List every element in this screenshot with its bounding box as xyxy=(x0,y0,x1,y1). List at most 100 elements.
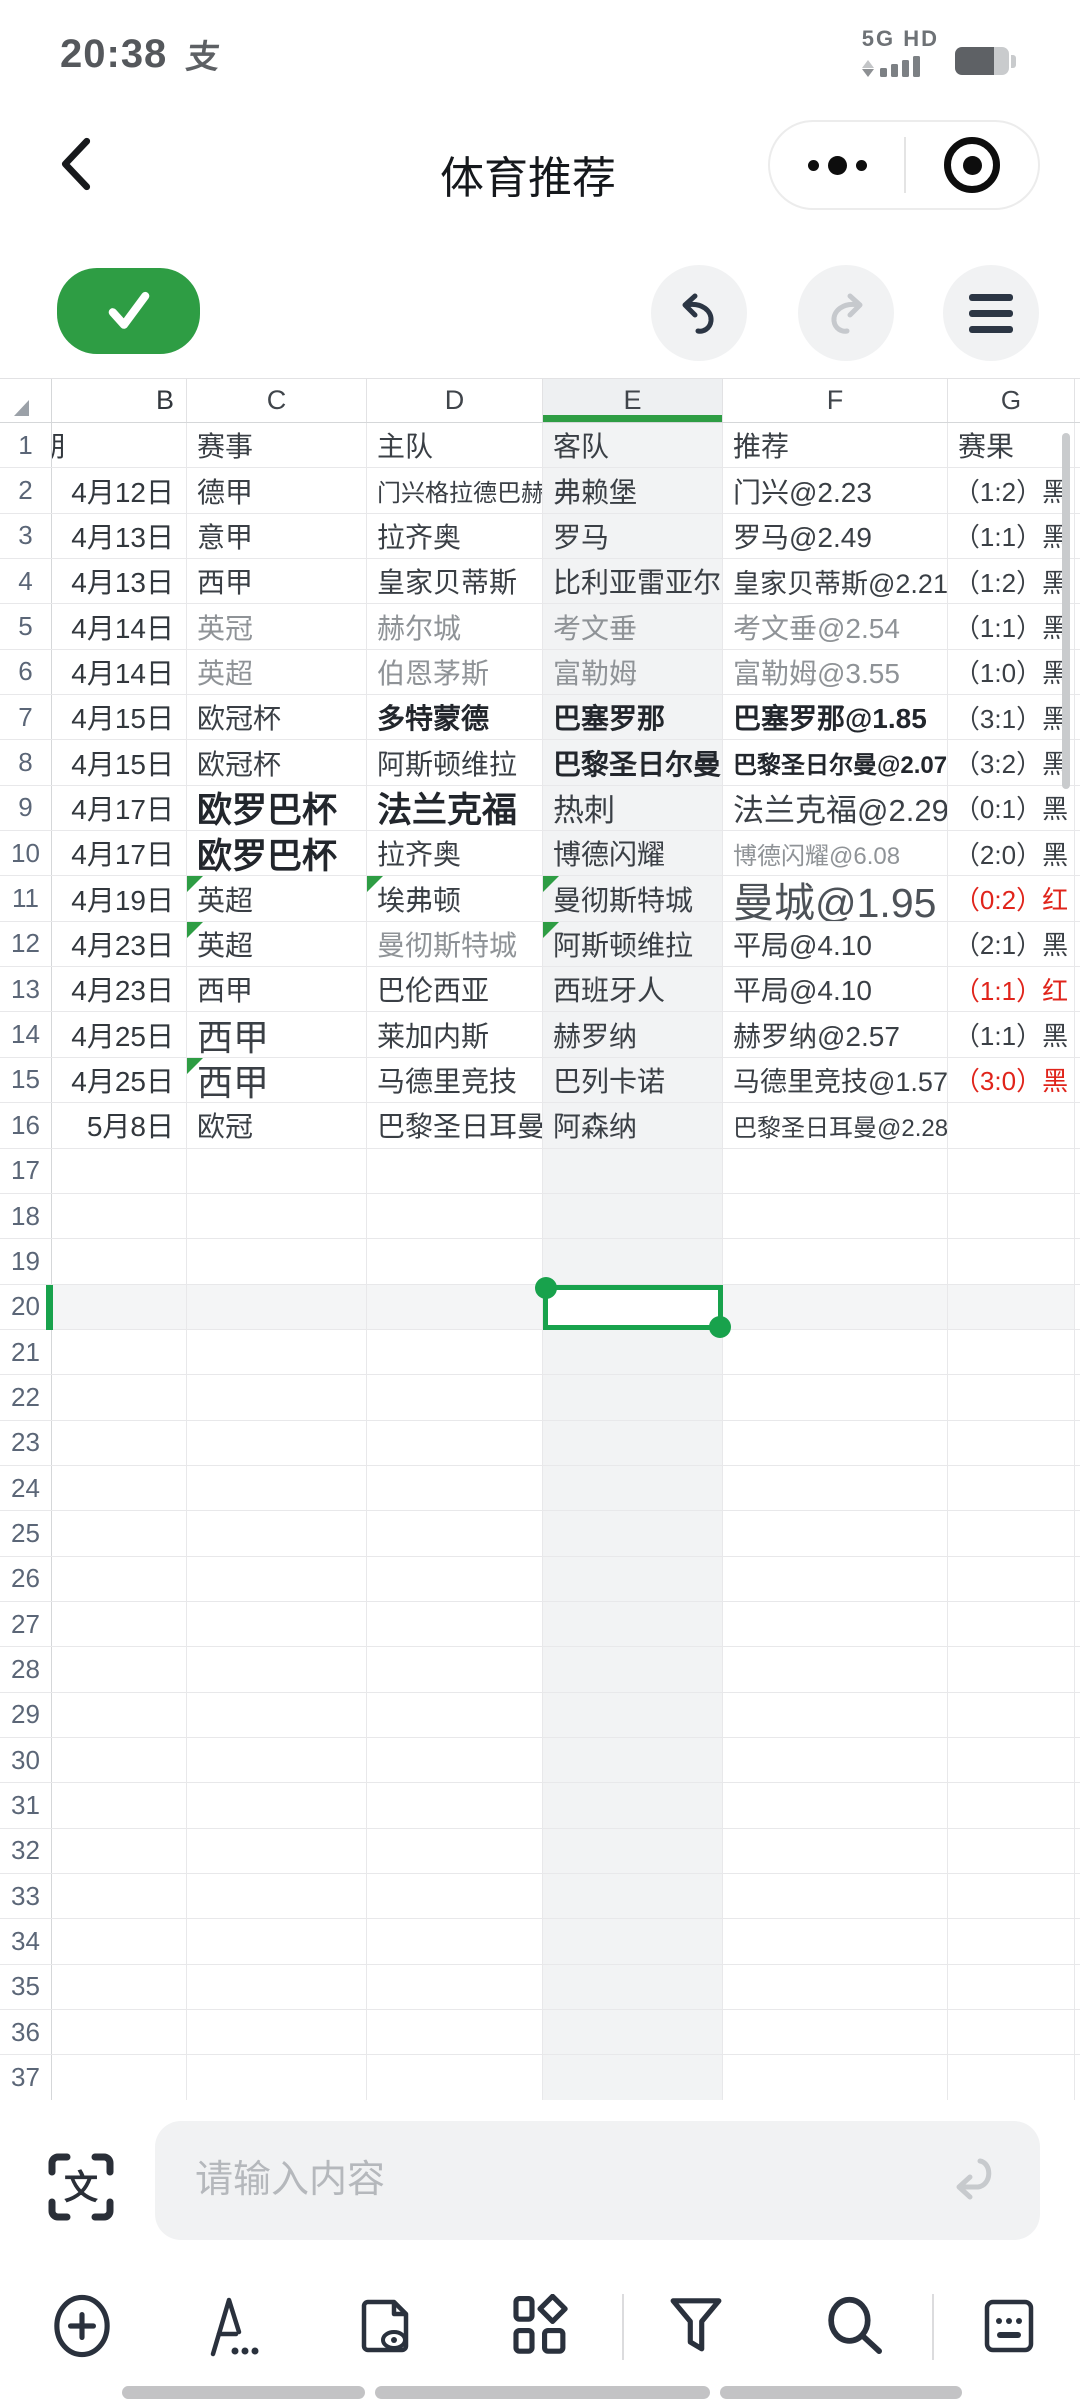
cell-G19[interactable] xyxy=(948,1239,1075,1283)
cell-E20[interactable] xyxy=(543,1285,723,1329)
cell-G31[interactable] xyxy=(948,1783,1075,1827)
cell-B27[interactable] xyxy=(52,1602,187,1646)
cell-E4[interactable]: 比利亚雷亚尔 xyxy=(543,559,723,603)
cell-C37[interactable] xyxy=(187,2055,367,2099)
cell-E27[interactable] xyxy=(543,1602,723,1646)
cell-B30[interactable] xyxy=(52,1738,187,1782)
cell-F11[interactable]: 曼城@1.95 xyxy=(723,876,948,920)
cell-F37[interactable] xyxy=(723,2055,948,2099)
cell-B9[interactable]: 4月17日 xyxy=(52,786,187,830)
cell-F34[interactable] xyxy=(723,1919,948,1963)
cell-C6[interactable]: 英超 xyxy=(187,650,367,694)
gesture-bar-segment[interactable] xyxy=(122,2386,365,2399)
row-header-19[interactable]: 19 xyxy=(0,1239,52,1283)
cell-G7[interactable]: （3:1）黑 xyxy=(948,695,1075,739)
cell-G14[interactable]: （1:1）黑 xyxy=(948,1012,1075,1056)
cell-C11[interactable]: 英超 xyxy=(187,876,367,920)
cell-D4[interactable]: 皇家贝蒂斯 xyxy=(367,559,543,603)
cell-C28[interactable] xyxy=(187,1647,367,1691)
cell-G16[interactable] xyxy=(948,1103,1075,1147)
cell-B34[interactable] xyxy=(52,1919,187,1963)
cell-B17[interactable] xyxy=(52,1149,187,1193)
cell-C12[interactable]: 英超 xyxy=(187,922,367,966)
row-header-36[interactable]: 36 xyxy=(0,2010,52,2054)
cell-E2[interactable]: 弗赖堡 xyxy=(543,468,723,512)
cell-D12[interactable]: 曼彻斯特城 xyxy=(367,922,543,966)
cell-B28[interactable] xyxy=(52,1647,187,1691)
cell-D3[interactable]: 拉齐奥 xyxy=(367,514,543,558)
keyboard-button[interactable] xyxy=(977,2294,1041,2363)
row-header-10[interactable]: 10 xyxy=(0,831,52,875)
menu-button[interactable] xyxy=(943,265,1039,361)
row-header-27[interactable]: 27 xyxy=(0,1602,52,1646)
cell-E22[interactable] xyxy=(543,1375,723,1419)
cell-B8[interactable]: 4月15日 xyxy=(52,740,187,784)
cell-F12[interactable]: 平局@4.10 xyxy=(723,922,948,966)
cell-D10[interactable]: 拉齐奥 xyxy=(367,831,543,875)
cell-E6[interactable]: 富勒姆 xyxy=(543,650,723,694)
cell-F25[interactable] xyxy=(723,1511,948,1555)
cell-F20[interactable] xyxy=(723,1285,948,1329)
undo-button[interactable] xyxy=(651,265,747,361)
cell-G22[interactable] xyxy=(948,1375,1075,1419)
row-header-29[interactable]: 29 xyxy=(0,1693,52,1737)
cell-B21[interactable] xyxy=(52,1330,187,1374)
cell-E10[interactable]: 博德闪耀 xyxy=(543,831,723,875)
file-preview-button[interactable] xyxy=(356,2294,420,2363)
cell-G25[interactable] xyxy=(948,1511,1075,1555)
cell-E21[interactable] xyxy=(543,1330,723,1374)
cell-B10[interactable]: 4月17日 xyxy=(52,831,187,875)
cell-E26[interactable] xyxy=(543,1557,723,1601)
row-header-14[interactable]: 14 xyxy=(0,1012,52,1056)
cell-C33[interactable] xyxy=(187,1874,367,1918)
cell-F2[interactable]: 门兴@2.23 xyxy=(723,468,948,512)
cell-D6[interactable]: 伯恩茅斯 xyxy=(367,650,543,694)
row-header-17[interactable]: 17 xyxy=(0,1149,52,1193)
cell-F10[interactable]: 博德闪耀@6.08 xyxy=(723,831,948,875)
cell-G37[interactable] xyxy=(948,2055,1075,2099)
cell-G34[interactable] xyxy=(948,1919,1075,1963)
cell-E34[interactable] xyxy=(543,1919,723,1963)
cell-D32[interactable] xyxy=(367,1829,543,1873)
cell-E8[interactable]: 巴黎圣日尔曼 xyxy=(543,740,723,784)
cell-G9[interactable]: （0:1）黑 xyxy=(948,786,1075,830)
cell-F33[interactable] xyxy=(723,1874,948,1918)
cell-G12[interactable]: （2:1）黑 xyxy=(948,922,1075,966)
cell-B26[interactable] xyxy=(52,1557,187,1601)
add-button[interactable] xyxy=(50,2294,114,2363)
cell-F18[interactable] xyxy=(723,1194,948,1238)
cell-C35[interactable] xyxy=(187,1965,367,2009)
cell-D25[interactable] xyxy=(367,1511,543,1555)
cell-B1[interactable]: 期 xyxy=(52,423,187,467)
cell-F8[interactable]: 巴黎圣日尔曼@2.07 xyxy=(723,740,948,784)
cell-E9[interactable]: 热刺 xyxy=(543,786,723,830)
cell-F3[interactable]: 罗马@2.49 xyxy=(723,514,948,558)
cell-F19[interactable] xyxy=(723,1239,948,1283)
cell-F29[interactable] xyxy=(723,1693,948,1737)
cell-F15[interactable]: 马德里竞技@1.57 xyxy=(723,1058,948,1102)
cell-C34[interactable] xyxy=(187,1919,367,1963)
cell-C14[interactable]: 西甲 xyxy=(187,1012,367,1056)
row-header-12[interactable]: 12 xyxy=(0,922,52,966)
cell-B3[interactable]: 4月13日 xyxy=(52,514,187,558)
cell-B37[interactable] xyxy=(52,2055,187,2099)
gesture-bar-segment[interactable] xyxy=(720,2386,962,2399)
cell-C26[interactable] xyxy=(187,1557,367,1601)
column-header-E[interactable]: E xyxy=(543,379,723,422)
row-header-33[interactable]: 33 xyxy=(0,1874,52,1918)
cell-F36[interactable] xyxy=(723,2010,948,2054)
cell-B23[interactable] xyxy=(52,1421,187,1465)
row-header-35[interactable]: 35 xyxy=(0,1965,52,2009)
cell-E37[interactable] xyxy=(543,2055,723,2099)
cell-F24[interactable] xyxy=(723,1466,948,1510)
row-header-5[interactable]: 5 xyxy=(0,604,52,648)
row-header-6[interactable]: 6 xyxy=(0,650,52,694)
row-header-32[interactable]: 32 xyxy=(0,1829,52,1873)
cell-E1[interactable]: 客队 xyxy=(543,423,723,467)
cell-G20[interactable] xyxy=(948,1285,1075,1329)
cell-F30[interactable] xyxy=(723,1738,948,1782)
cell-layout-button[interactable] xyxy=(508,2294,572,2363)
cell-B15[interactable]: 4月25日 xyxy=(52,1058,187,1102)
cell-D24[interactable] xyxy=(367,1466,543,1510)
cell-F35[interactable] xyxy=(723,1965,948,2009)
